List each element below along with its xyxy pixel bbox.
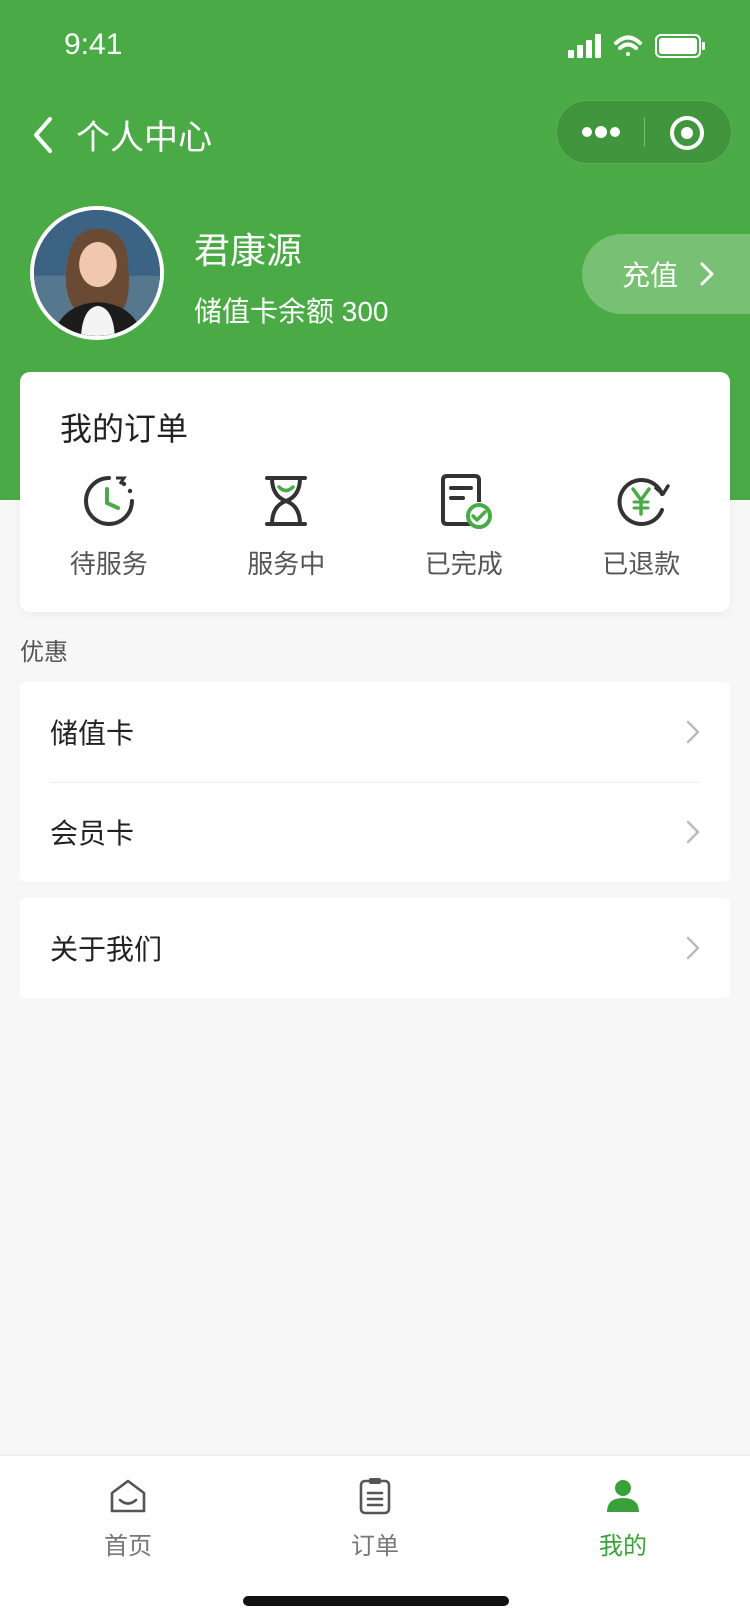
chevron-right-icon <box>700 262 714 286</box>
status-time: 9:41 <box>64 28 123 61</box>
mini-program-capsule <box>556 100 732 164</box>
list-item-label: 关于我们 <box>50 934 163 965</box>
discounts-card: 储值卡 会员卡 <box>20 682 730 882</box>
hourglass-icon <box>265 476 308 526</box>
back-icon[interactable] <box>28 115 58 155</box>
orders-card: 我的订单 待服务 服务中 已完成 已退款 <box>20 372 730 612</box>
list-item-label: 会员卡 <box>50 818 135 849</box>
chevron-right-icon <box>686 820 700 844</box>
tab-label: 首页 <box>104 1533 152 1560</box>
about-card: 关于我们 <box>20 898 730 998</box>
user-icon <box>607 1480 639 1512</box>
discounts-section-title: 优惠 <box>20 639 68 666</box>
order-status-completed[interactable]: 已完成 <box>375 472 553 581</box>
stored-value-card-row[interactable]: 储值卡 <box>20 682 730 782</box>
page-title: 个人中心 <box>76 119 212 157</box>
chevron-right-icon <box>686 720 700 744</box>
capsule-divider <box>644 117 645 147</box>
avatar[interactable] <box>30 206 164 340</box>
nav-bar: 个人中心 <box>28 110 212 159</box>
user-name: 君康源 <box>194 230 303 271</box>
order-status-label: 待服务 <box>69 549 148 579</box>
home-icon <box>110 1479 146 1513</box>
order-status-label: 服务中 <box>247 549 326 579</box>
balance-text: 储值卡余额 300 <box>194 296 389 327</box>
battery-icon <box>655 34 705 58</box>
yen-refresh-icon <box>617 478 670 526</box>
tab-home[interactable]: 首页 <box>68 1476 188 1561</box>
membership-card-row[interactable]: 会员卡 <box>20 782 730 882</box>
order-status-label: 已退款 <box>602 549 681 579</box>
signal-icon <box>568 34 601 58</box>
order-status-label: 已完成 <box>424 549 503 579</box>
close-target-icon[interactable] <box>669 115 705 151</box>
recharge-label: 充值 <box>622 260 679 291</box>
tab-orders[interactable]: 订单 <box>315 1476 435 1561</box>
list-item-label: 储值卡 <box>50 718 135 749</box>
avatar-image <box>34 210 160 336</box>
tab-label: 我的 <box>599 1533 647 1560</box>
about-us-row[interactable]: 关于我们 <box>20 898 730 998</box>
recharge-button[interactable]: 充值 <box>582 234 750 314</box>
clipboard-icon <box>359 1478 391 1515</box>
orders-title: 我的订单 <box>60 411 189 447</box>
chevron-right-icon <box>686 936 700 960</box>
order-status-refunded[interactable]: 已退款 <box>553 472 731 581</box>
tab-mine[interactable]: 我的 <box>563 1476 683 1561</box>
status-icons <box>568 34 705 58</box>
wifi-icon <box>614 35 642 56</box>
clock-icon <box>83 476 134 526</box>
order-status-in-service[interactable]: 服务中 <box>198 472 376 581</box>
doc-check-icon <box>440 474 492 529</box>
order-status-pending[interactable]: 待服务 <box>20 472 198 581</box>
order-status-row: 待服务 服务中 已完成 已退款 <box>20 472 730 581</box>
home-indicator <box>243 1596 509 1606</box>
more-icon[interactable] <box>581 118 621 146</box>
tab-label: 订单 <box>351 1533 399 1560</box>
